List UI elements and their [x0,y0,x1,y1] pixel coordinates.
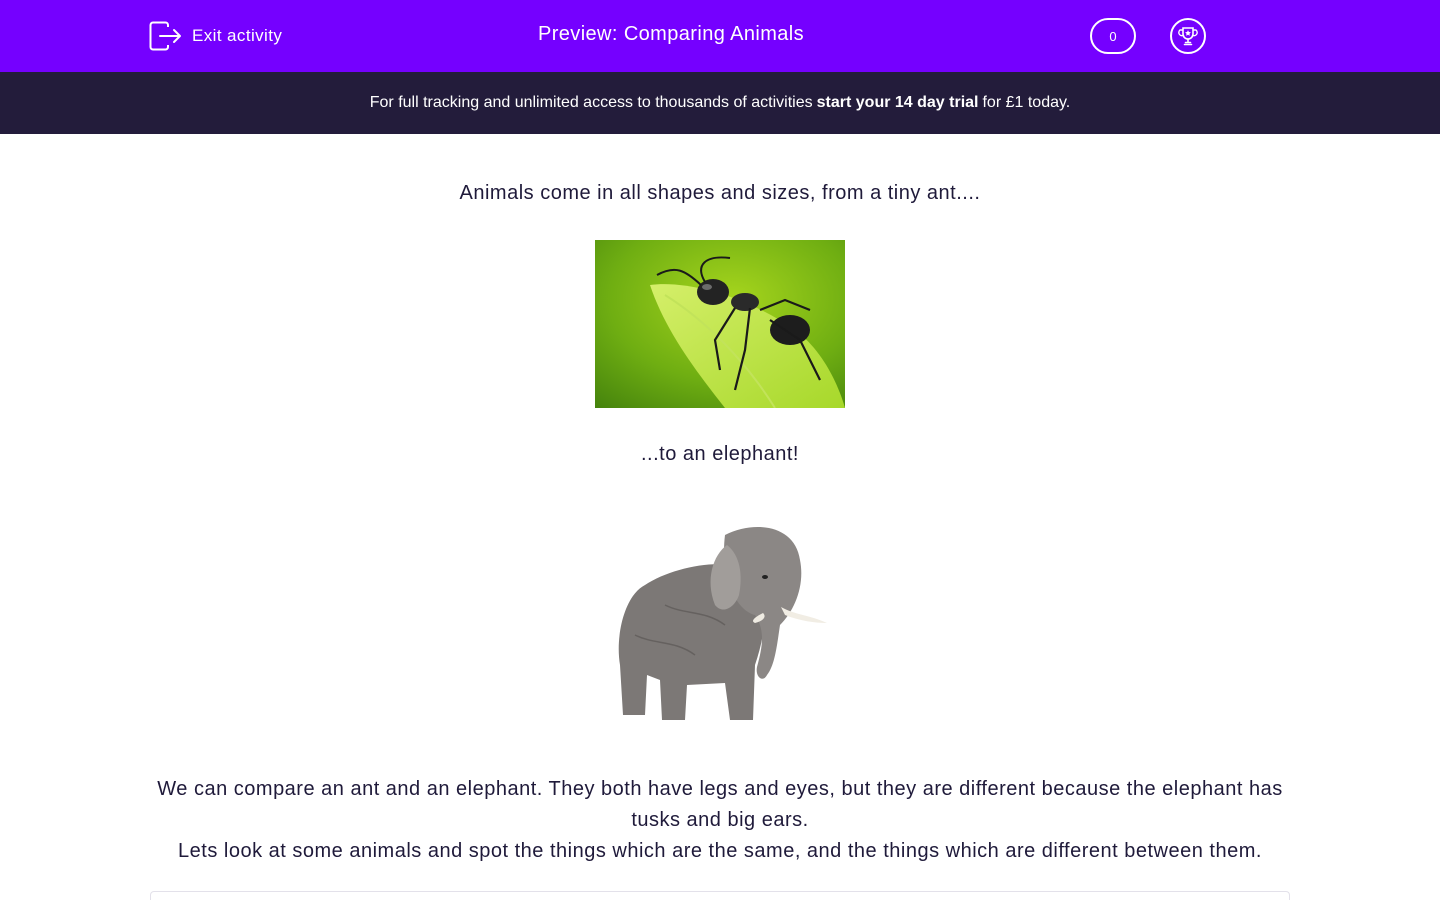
promo-text: For full tracking and unlimited access t… [369,94,813,111]
top-bar: Exit activity Preview: Comparing Animals… [0,0,1440,72]
question-card [150,891,1290,900]
score-badge: 0 [1090,18,1136,54]
explanation-line-1: We can compare an ant and an elephant. T… [157,778,1283,831]
trophy-button[interactable] [1170,18,1206,54]
explanation-paragraph: We can compare an ant and an elephant. T… [150,774,1290,867]
ant-image [595,240,845,408]
trial-link[interactable]: start your 14 day trial [817,94,979,112]
explanation-line-2: Lets look at some animals and spot the t… [178,840,1262,862]
exit-activity-button[interactable]: Exit activity [149,20,282,52]
elephant-image [605,515,835,735]
exit-icon [149,21,181,51]
exit-activity-label: Exit activity [192,26,283,45]
page-title: Preview: Comparing Animals [537,23,805,45]
trial-promo-banner: For full tracking and unlimited access t… [0,72,1440,134]
promo-text-end: for £1 today. [982,94,1071,111]
intro-text: Animals come in all shapes and sizes, fr… [459,182,981,204]
comparison-text: ...to an elephant! [640,443,799,465]
trophy-icon [1178,27,1198,46]
